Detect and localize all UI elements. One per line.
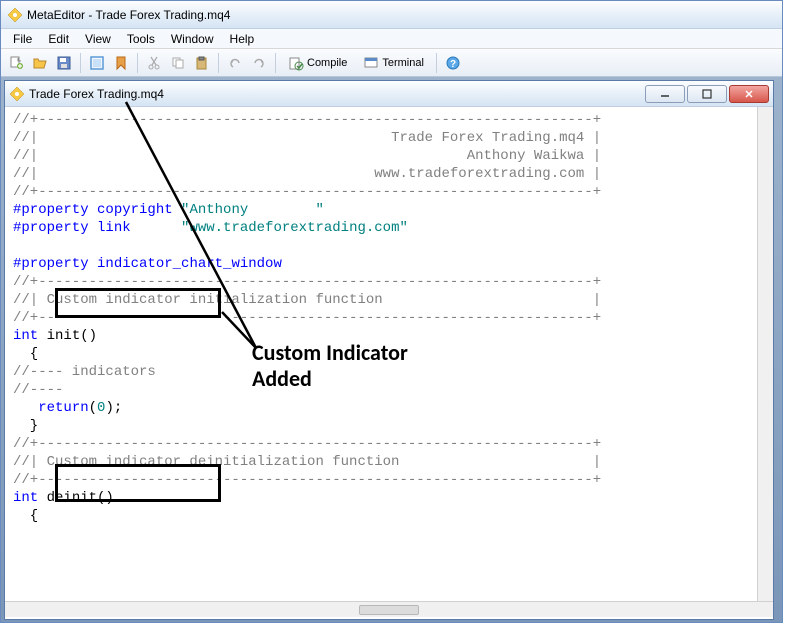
redo-button[interactable] xyxy=(248,52,270,74)
editor-window: Trade Forex Trading.mq4 //+-------------… xyxy=(4,80,774,620)
close-button[interactable] xyxy=(729,85,769,103)
menu-file[interactable]: File xyxy=(5,30,40,48)
cut-button[interactable] xyxy=(143,52,165,74)
toolbar: Compile Terminal ? xyxy=(1,49,782,77)
toolbar-separator xyxy=(218,53,219,73)
toolbar-separator xyxy=(275,53,276,73)
terminal-label: Terminal xyxy=(382,57,424,69)
window-title: MetaEditor - Trade Forex Trading.mq4 xyxy=(27,8,230,22)
open-file-button[interactable] xyxy=(29,52,51,74)
menu-help[interactable]: Help xyxy=(222,30,263,48)
menu-tools[interactable]: Tools xyxy=(119,30,163,48)
compile-button[interactable]: Compile xyxy=(281,52,354,74)
menu-window[interactable]: Window xyxy=(163,30,222,48)
editor-title-bar[interactable]: Trade Forex Trading.mq4 xyxy=(5,81,773,107)
maximize-button[interactable] xyxy=(687,85,727,103)
menu-edit[interactable]: Edit xyxy=(40,30,77,48)
minimize-button[interactable] xyxy=(645,85,685,103)
toolbar-separator xyxy=(137,53,138,73)
menu-view[interactable]: View xyxy=(77,30,119,48)
vertical-scrollbar[interactable] xyxy=(757,107,773,601)
compile-label: Compile xyxy=(307,57,347,69)
terminal-button[interactable]: Terminal xyxy=(356,52,431,74)
editor-file-name: Trade Forex Trading.mq4 xyxy=(29,87,164,101)
toolbar-separator xyxy=(80,53,81,73)
horizontal-scrollbar[interactable] xyxy=(5,601,773,617)
navigator-button[interactable] xyxy=(110,52,132,74)
toolbox-button[interactable] xyxy=(86,52,108,74)
main-window: MetaEditor - Trade Forex Trading.mq4 Fil… xyxy=(0,0,783,623)
code-editor[interactable]: //+-------------------------------------… xyxy=(5,107,773,601)
workspace: Trade Forex Trading.mq4 //+-------------… xyxy=(1,77,782,622)
title-bar[interactable]: MetaEditor - Trade Forex Trading.mq4 xyxy=(1,1,782,29)
toolbar-separator xyxy=(436,53,437,73)
app-icon xyxy=(7,7,23,23)
code-content[interactable]: //+-------------------------------------… xyxy=(5,107,757,601)
svg-text:?: ? xyxy=(450,59,456,70)
new-file-button[interactable] xyxy=(5,52,27,74)
menu-bar: File Edit View Tools Window Help xyxy=(1,29,782,49)
save-button[interactable] xyxy=(53,52,75,74)
undo-button[interactable] xyxy=(224,52,246,74)
scroll-thumb[interactable] xyxy=(359,605,419,615)
help-button[interactable]: ? xyxy=(442,52,464,74)
copy-button[interactable] xyxy=(167,52,189,74)
paste-button[interactable] xyxy=(191,52,213,74)
file-icon xyxy=(9,86,25,102)
